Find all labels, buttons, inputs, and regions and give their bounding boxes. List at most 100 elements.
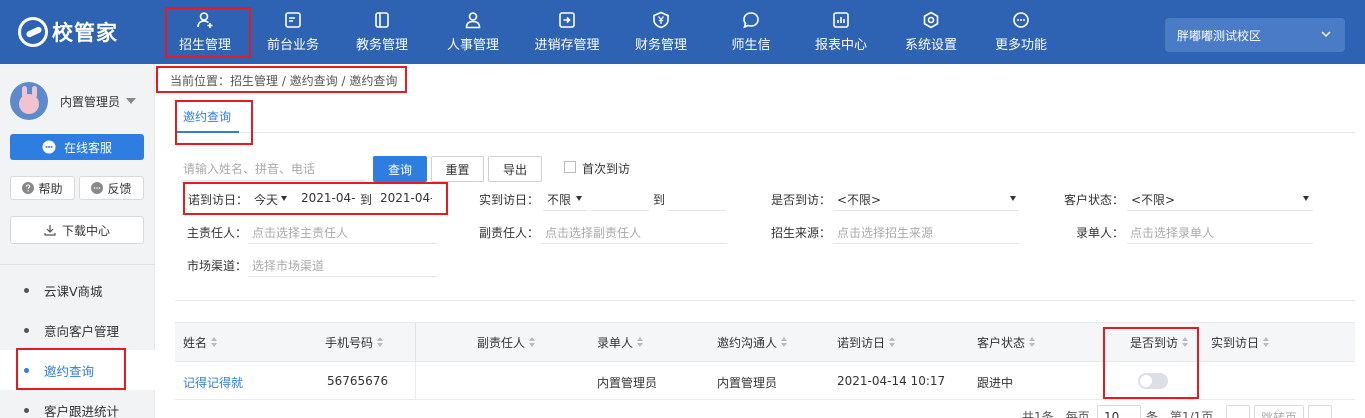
monitor-icon (284, 11, 302, 29)
actual-visit-end-input[interactable] (668, 210, 726, 211)
column-header-deputy[interactable]: 副责任人 (477, 334, 537, 351)
nav-label: 教务管理 (355, 38, 408, 53)
nav-item-reports[interactable]: 报表中心 (796, 0, 886, 64)
inventory-icon (558, 11, 576, 29)
recorder-picker-underline (1127, 243, 1313, 244)
online-service-button[interactable]: 在线客服 (10, 134, 144, 160)
feedback-button[interactable]: 反馈 (79, 176, 144, 200)
owner-picker-underline (248, 243, 436, 244)
nav-item-academic[interactable]: 教务管理 (336, 0, 428, 64)
app-logo[interactable]: 校管家 (18, 16, 118, 48)
promised-visit-end-input[interactable]: 2021-04- (380, 191, 432, 205)
promised-visit-range-value: 今天 (254, 193, 279, 207)
nav-label: 前台业务 (266, 38, 319, 53)
column-header-visited[interactable]: 是否到访 (1130, 334, 1190, 351)
column-header-status[interactable]: 客户状态 (977, 334, 1037, 351)
owner-label: 主责任人： (187, 226, 248, 240)
online-service-label: 在线客服 (63, 140, 112, 155)
caret-down-icon (126, 98, 137, 104)
visited-select-underline (833, 210, 1019, 211)
sort-icon (529, 337, 537, 348)
sort-icon (377, 337, 385, 348)
column-header-phone[interactable]: 手机号码 (325, 334, 385, 351)
download-center-button[interactable]: 下载中心 (10, 216, 144, 244)
channel-label: 市场渠道： (187, 259, 248, 273)
visited-label: 是否到访： (771, 193, 832, 207)
avatar (10, 82, 48, 120)
sort-icon (211, 337, 219, 348)
chat-bubble-icon (42, 140, 56, 154)
pager-total: 共1条，每页 (1022, 410, 1090, 418)
promised-visit-start-input[interactable]: 2021-04- (301, 191, 355, 205)
sidebar-item-followup-stats[interactable]: 客户跟进统计 (0, 390, 155, 418)
export-button[interactable]: 导出 (488, 156, 542, 182)
logo-text: 校管家 (52, 21, 118, 45)
recorder-picker[interactable]: 点击选择录单人 (1130, 224, 1214, 241)
source-picker[interactable]: 点击选择招生来源 (837, 224, 933, 241)
cell-name-link[interactable]: 记得记得就 (183, 374, 243, 391)
column-header-recorder[interactable]: 录单人 (597, 334, 645, 351)
date-range-separator: 到 (360, 193, 373, 207)
campus-selector[interactable]: 胖嘟嘟测试校区 (1165, 18, 1345, 52)
cell-phone: 56765676 (327, 374, 389, 388)
page-size-select[interactable]: 10 (1097, 405, 1141, 418)
actual-visit-label: 实到访日： (479, 193, 540, 207)
search-input[interactable] (183, 157, 365, 181)
tab-bar: 邀约查询 (175, 100, 1355, 133)
nav-item-settings[interactable]: 系统设置 (886, 0, 976, 64)
customer-status-label: 客户状态： (1064, 193, 1125, 207)
nav-item-enrollment[interactable]: 招生管理 (160, 0, 250, 64)
column-header-inviter[interactable]: 邀约沟通人 (717, 334, 789, 351)
nav-item-hr[interactable]: 人事管理 (428, 0, 518, 64)
sidebar-item-vmall[interactable]: 云课V商城 (0, 270, 155, 310)
sort-icon (1029, 337, 1037, 348)
owner-picker[interactable]: 点击选择主责任人 (252, 224, 348, 241)
cell-recorder: 内置管理员 (597, 376, 658, 390)
column-header-actual-date[interactable]: 实到访日 (1211, 334, 1271, 351)
jump-page-input[interactable]: 跳转页 (1254, 405, 1304, 418)
sidebar-item-invitation-query[interactable]: 邀约查询 (0, 350, 155, 390)
nav-label: 进销存管理 (534, 38, 600, 53)
cell-status: 跟进中 (977, 376, 1014, 390)
sort-icon (1263, 337, 1271, 348)
column-header-name[interactable]: 姓名 (183, 334, 219, 351)
bullet-icon (24, 407, 29, 413)
sort-icon (781, 337, 789, 348)
channel-picker[interactable]: 选择市场渠道 (252, 257, 324, 274)
caret-down-icon (281, 196, 287, 201)
query-button[interactable]: 查询 (373, 156, 427, 182)
prev-page-button[interactable] (1226, 405, 1250, 418)
breadcrumb: 当前位置：招生管理 / 邀约查询 / 邀约查询 (170, 74, 398, 88)
help-icon (22, 182, 35, 194)
nav-item-finance[interactable]: 财务管理 (616, 0, 706, 64)
column-header-promised-date[interactable]: 诺到访日 (837, 334, 897, 351)
nav-item-front-desk[interactable]: 前台业务 (250, 0, 336, 64)
reset-button[interactable]: 重置 (431, 156, 484, 182)
user-menu[interactable]: 内置管理员 (10, 82, 137, 120)
nav-item-messages[interactable]: 师生信 (706, 0, 796, 64)
first-visit-checkbox[interactable] (564, 161, 576, 173)
customer-status-value: <不限> (1131, 193, 1176, 207)
help-button[interactable]: 帮助 (10, 176, 75, 200)
visited-toggle[interactable] (1138, 373, 1168, 389)
source-picker-underline (833, 243, 1019, 244)
sidebar-item-prospects[interactable]: 意向客户管理 (0, 310, 155, 350)
sort-icon (637, 337, 645, 348)
bullet-icon (24, 287, 29, 293)
more-icon (1012, 11, 1030, 29)
nav-item-more[interactable]: 更多功能 (976, 0, 1066, 64)
download-center-label: 下载中心 (61, 223, 110, 238)
nav-item-inventory[interactable]: 进销存管理 (518, 0, 616, 64)
next-page-button[interactable] (1308, 405, 1332, 418)
actual-visit-start-input[interactable] (591, 210, 649, 211)
chart-icon (832, 11, 850, 29)
sort-icon (889, 337, 897, 348)
nav-label: 师生信 (731, 38, 771, 53)
deputy-picker[interactable]: 点击选择副责任人 (545, 224, 641, 241)
message-icon (742, 11, 760, 29)
source-label: 招生来源： (771, 226, 832, 240)
caret-down-icon (576, 196, 582, 201)
tab-invitation-query[interactable]: 邀约查询 (175, 100, 240, 133)
nav-label: 系统设置 (904, 38, 957, 53)
feedback-label: 反馈 (107, 181, 132, 196)
